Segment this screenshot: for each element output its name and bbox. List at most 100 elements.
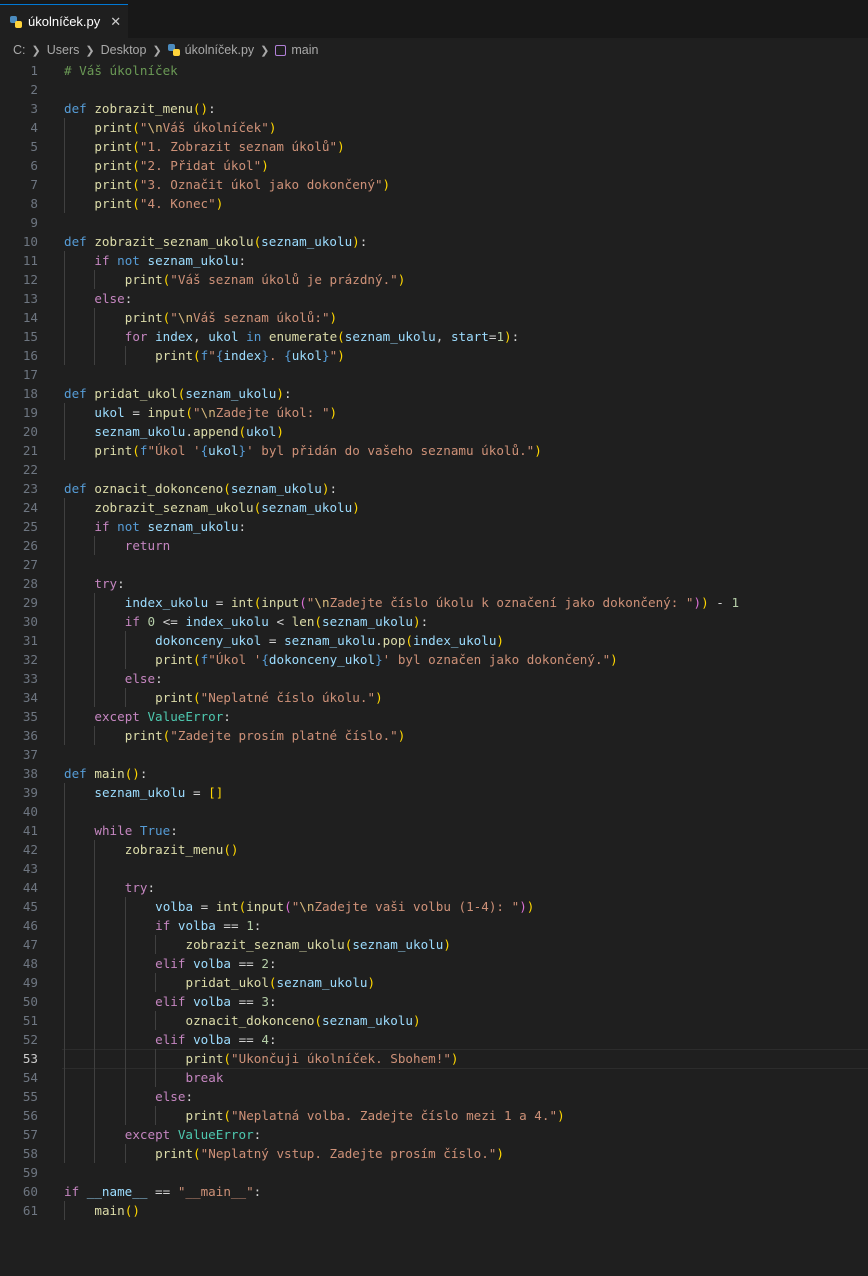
code-text: print("Váš seznam úkolů je prázdný.") — [124, 272, 406, 287]
code-line[interactable]: 4 print("\nVáš úkolníček") — [0, 118, 868, 137]
line-number: 33 — [22, 671, 38, 686]
code-line[interactable]: 51 oznacit_dokonceno(seznam_ukolu) — [0, 1011, 868, 1030]
code-line[interactable]: 13 else: — [0, 289, 868, 308]
indent-guide — [94, 859, 96, 878]
code-line[interactable]: 56 print("Neplatná volba. Zadejte číslo … — [0, 1106, 868, 1125]
code-line[interactable]: 54 break — [0, 1068, 868, 1087]
code-text: print("Zadejte prosím platné číslo.") — [124, 728, 406, 743]
code-line[interactable]: 38 def main(): — [0, 764, 868, 783]
code-line[interactable]: 57 except ValueError: — [0, 1125, 868, 1144]
code-line[interactable]: 16 print(f"{index}. {ukol}") — [0, 346, 868, 365]
breadcrumb-symbol[interactable]: main — [291, 43, 318, 57]
code-line[interactable]: 22 — [0, 460, 868, 479]
breadcrumb-file[interactable]: úkolníček.py — [185, 43, 254, 57]
code-text: volba = int(input("\nZadejte vaši volbu … — [155, 899, 535, 914]
line-number: 19 — [22, 405, 38, 420]
line-number: 5 — [30, 139, 38, 154]
code-line[interactable]: 8 print("4. Konec") — [0, 194, 868, 213]
method-cube-icon — [275, 44, 287, 56]
code-line[interactable]: 45 volba = int(input("\nZadejte vaši vol… — [0, 897, 868, 916]
code-line[interactable]: 10 def zobrazit_seznam_ukolu(seznam_ukolu… — [0, 232, 868, 251]
editor-tab[interactable]: úkolníček.py ✕ — [0, 4, 128, 38]
code-line[interactable]: 12 print("Váš seznam úkolů je prázdný.") — [0, 270, 868, 289]
code-line[interactable]: 47 zobrazit_seznam_ukolu(seznam_ukolu) — [0, 935, 868, 954]
line-number: 6 — [30, 158, 38, 173]
code-line[interactable]: 43 — [0, 859, 868, 878]
code-text: else: — [94, 291, 133, 306]
code-line[interactable]: 1 # Váš úkolníček — [0, 61, 868, 80]
code-line[interactable]: 37 — [0, 745, 868, 764]
code-line[interactable]: 18 def pridat_ukol(seznam_ukolu): — [0, 384, 868, 403]
code-line[interactable]: 42 zobrazit_menu() — [0, 840, 868, 859]
code-line[interactable]: 32 print(f"Úkol '{dokonceny_ukol}' byl o… — [0, 650, 868, 669]
line-number: 8 — [30, 196, 38, 211]
breadcrumb-users[interactable]: Users — [47, 43, 80, 57]
line-number: 55 — [22, 1089, 38, 1104]
code-text: except ValueError: — [124, 1127, 262, 1142]
indent-guide — [64, 859, 65, 878]
code-line[interactable]: 30 if 0 <= index_ukolu < len(seznam_ukol… — [0, 612, 868, 631]
code-line[interactable]: 7 print("3. Označit úkol jako dokončený"… — [0, 175, 868, 194]
code-line[interactable]: 25 if not seznam_ukolu: — [0, 517, 868, 536]
code-line[interactable]: 34 print("Neplatné číslo úkolu.") — [0, 688, 868, 707]
breadcrumb-desktop[interactable]: Desktop — [101, 43, 147, 57]
line-number: 45 — [22, 899, 38, 914]
code-line[interactable]: 9 — [0, 213, 868, 232]
code-line[interactable]: 58 print("Neplatný vstup. Zadejte prosím… — [0, 1144, 868, 1163]
code-line[interactable]: 48 elif volba == 2: — [0, 954, 868, 973]
code-line[interactable]: 28 try: — [0, 574, 868, 593]
line-number: 48 — [22, 956, 38, 971]
code-line[interactable]: 29 index_ukolu = int(input("\nZadejte čí… — [0, 593, 868, 612]
line-number: 35 — [22, 709, 38, 724]
code-line[interactable]: 23 def oznacit_dokonceno(seznam_ukolu): — [0, 479, 868, 498]
code-text: print(f"Úkol '{dokonceny_ukol}' byl ozna… — [155, 652, 618, 667]
code-line[interactable]: 11 if not seznam_ukolu: — [0, 251, 868, 270]
code-text: elif volba == 4: — [155, 1032, 277, 1047]
code-line[interactable]: 24 zobrazit_seznam_ukolu(seznam_ukolu) — [0, 498, 868, 517]
code-line[interactable]: 17 — [0, 365, 868, 384]
breadcrumb-drive[interactable]: C: — [13, 43, 26, 57]
line-number: 46 — [22, 918, 38, 933]
code-text: seznam_ukolu.append(ukol) — [94, 424, 284, 439]
code-text: if volba == 1: — [155, 918, 262, 933]
code-line[interactable]: 33 else: — [0, 669, 868, 688]
code-line[interactable]: 46 if volba == 1: — [0, 916, 868, 935]
code-line[interactable]: 6 print("2. Přidat úkol") — [0, 156, 868, 175]
code-line[interactable]: 55 else: — [0, 1087, 868, 1106]
line-number: 57 — [22, 1127, 38, 1142]
code-line[interactable]: 40 — [0, 802, 868, 821]
line-number: 61 — [22, 1203, 38, 1218]
code-line[interactable]: 21 print(f"Úkol '{ukol}' byl přidán do v… — [0, 441, 868, 460]
code-line[interactable]: 60 if __name__ == "__main__": — [0, 1182, 868, 1201]
line-number: 21 — [22, 443, 38, 458]
code-line[interactable]: 59 — [0, 1163, 868, 1182]
code-line[interactable]: 36 print("Zadejte prosím platné číslo.") — [0, 726, 868, 745]
code-text: break — [185, 1070, 224, 1085]
code-line[interactable]: 39 seznam_ukolu = [] — [0, 783, 868, 802]
code-line[interactable]: 49 pridat_ukol(seznam_ukolu) — [0, 973, 868, 992]
close-icon[interactable]: ✕ — [110, 14, 121, 30]
code-line[interactable]: 31 dokonceny_ukol = seznam_ukolu.pop(ind… — [0, 631, 868, 650]
code-text: zobrazit_seznam_ukolu(seznam_ukolu) — [185, 937, 451, 952]
code-line[interactable]: 5 print("1. Zobrazit seznam úkolů") — [0, 137, 868, 156]
line-number: 38 — [22, 766, 38, 781]
code-line[interactable]: 14 print("\nVáš seznam úkolů:") — [0, 308, 868, 327]
line-number: 28 — [22, 576, 38, 591]
code-line[interactable]: 27 — [0, 555, 868, 574]
code-line[interactable]: 20 seznam_ukolu.append(ukol) — [0, 422, 868, 441]
code-line[interactable]: 52 elif volba == 4: — [0, 1030, 868, 1049]
code-line[interactable]: 3 def zobrazit_menu(): — [0, 99, 868, 118]
code-text: else: — [155, 1089, 194, 1104]
code-line[interactable]: 44 try: — [0, 878, 868, 897]
code-line[interactable]: 61 main() — [0, 1201, 868, 1220]
code-line[interactable]: 26 return — [0, 536, 868, 555]
code-line[interactable]: 50 elif volba == 3: — [0, 992, 868, 1011]
code-line[interactable]: 2 — [0, 80, 868, 99]
code-text: print("Ukončuji úkolníček. Sbohem!") — [185, 1051, 459, 1066]
code-line[interactable]: 35 except ValueError: — [0, 707, 868, 726]
code-line[interactable]: 41 while True: — [0, 821, 868, 840]
code-line[interactable]: 15 for index, ukol in enumerate(seznam_u… — [0, 327, 868, 346]
code-line[interactable]: 19 ukol = input("\nZadejte úkol: ") — [0, 403, 868, 422]
code-line[interactable]: 53 print("Ukončuji úkolníček. Sbohem!") — [0, 1049, 868, 1069]
line-number: 24 — [22, 500, 38, 515]
